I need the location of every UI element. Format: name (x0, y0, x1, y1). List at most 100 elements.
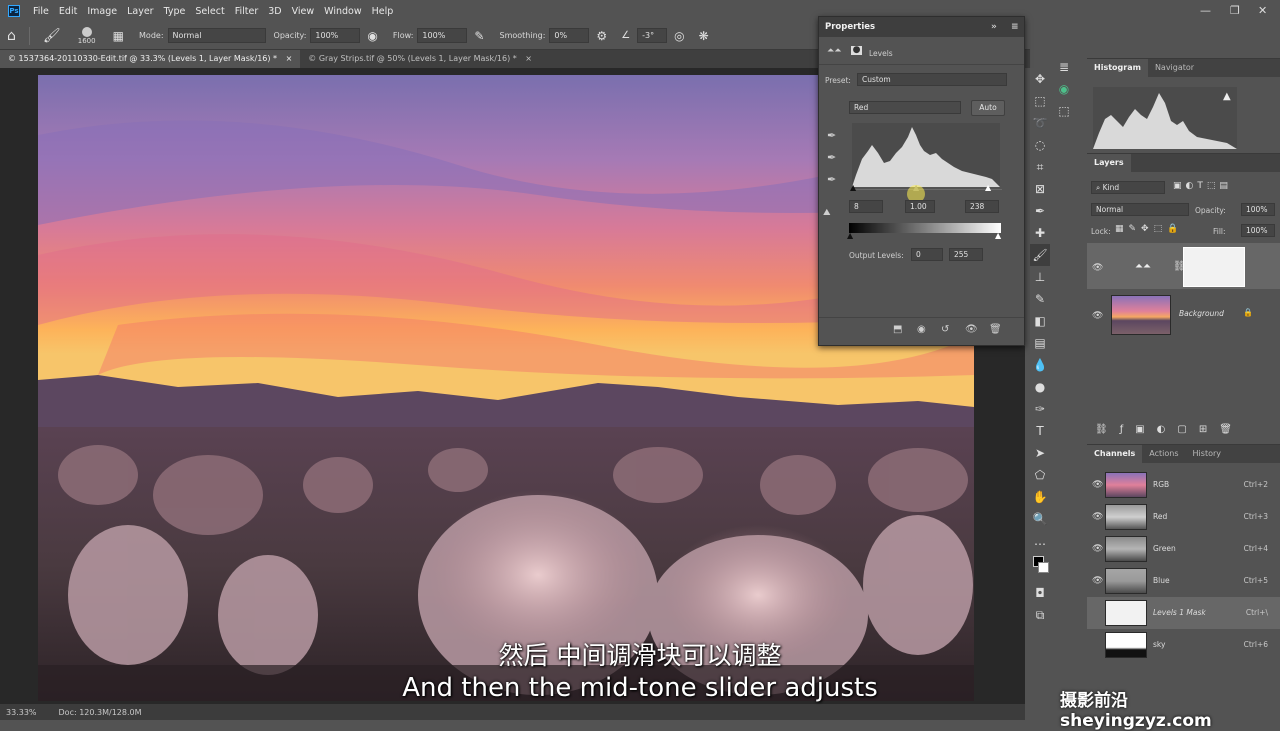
home-icon[interactable]: ⌂ (7, 28, 16, 44)
menu-3d[interactable]: 3D (268, 6, 281, 17)
properties-header[interactable]: Properties » ≡ (819, 17, 1024, 37)
shape-tool-icon[interactable]: ⬠ (1030, 464, 1050, 486)
channel-row-levels-mask[interactable]: Levels 1 Mask Ctrl+\ (1087, 597, 1280, 629)
white-point-slider[interactable]: ▲ (985, 183, 991, 192)
menu-file[interactable]: File (33, 6, 49, 17)
tab-document-1[interactable]: © 1537364-20110330-Edit.tif @ 33.3% (Lev… (0, 50, 301, 68)
output-white-field[interactable]: 255 (949, 248, 983, 261)
libraries-icon[interactable]: ⬚ (1054, 100, 1074, 122)
healing-brush-icon[interactable]: ✚ (1030, 222, 1050, 244)
auto-button[interactable]: Auto (971, 100, 1005, 116)
history-brush-icon[interactable]: ✎ (1030, 288, 1050, 310)
brush-tool-icon[interactable]: 🖌 (1030, 244, 1050, 266)
delete-icon[interactable]: 🗑 (989, 324, 1002, 335)
eyedropper-tool-icon[interactable]: ✒ (1030, 200, 1050, 222)
gray-eyedropper-icon[interactable]: ✒ (827, 151, 836, 164)
visibility-icon[interactable]: 👁 (1092, 544, 1103, 554)
reset-icon[interactable]: ↺ (941, 324, 949, 335)
panel-menu-icon[interactable]: ≡ (1011, 22, 1019, 32)
zoom-tool-icon[interactable]: 🔍 (1030, 508, 1050, 530)
warning-icon[interactable]: ▲ (1223, 91, 1231, 102)
color-swatches[interactable] (1030, 552, 1050, 582)
output-white-slider[interactable]: ▲ (995, 231, 1001, 240)
menu-select[interactable]: Select (195, 6, 224, 17)
opacity-field[interactable]: 100% (310, 28, 361, 43)
black-point-slider[interactable]: ▲ (850, 183, 856, 192)
clip-to-layer-icon[interactable]: ⬒ (893, 324, 902, 335)
quick-select-tool-icon[interactable]: ◌ (1030, 134, 1050, 156)
blur-tool-icon[interactable]: 💧 (1030, 354, 1050, 376)
channel-row-green[interactable]: 👁 Green Ctrl+4 (1087, 533, 1280, 565)
menu-window[interactable]: Window (324, 6, 361, 17)
properties-panel-icon[interactable]: ≣ (1054, 56, 1074, 78)
blend-mode-select[interactable]: Normal (1091, 203, 1189, 216)
white-eyedropper-icon[interactable]: ✒ (827, 173, 836, 186)
doc-size[interactable]: Doc: 120.3M/128.0M (59, 708, 142, 717)
layer-filter-icons[interactable]: ▣◐T⬚▤ (1173, 181, 1232, 191)
menu-help[interactable]: Help (372, 6, 394, 17)
mode-select[interactable]: Normal (167, 28, 266, 43)
output-black-field[interactable]: 0 (911, 248, 943, 261)
fill-field[interactable]: 100% (1241, 224, 1275, 237)
clone-stamp-icon[interactable]: ⊥ (1030, 266, 1050, 288)
eraser-tool-icon[interactable]: ◧ (1030, 310, 1050, 332)
preset-select[interactable]: Custom (857, 73, 1007, 86)
menu-filter[interactable]: Filter (235, 6, 259, 17)
minimize-icon[interactable]: — (1200, 4, 1211, 17)
menu-layer[interactable]: Layer (127, 6, 154, 17)
layer-mask-thumbnail[interactable] (1183, 247, 1245, 287)
pressure-size-icon[interactable]: ◎ (674, 29, 684, 43)
tab-navigator[interactable]: Navigator (1148, 59, 1201, 77)
visibility-icon[interactable]: 👁 (1092, 263, 1103, 273)
tab-close-icon[interactable]: × (286, 54, 293, 63)
maximize-icon[interactable]: ❐ (1230, 4, 1240, 17)
tab-layers[interactable]: Layers (1087, 154, 1131, 172)
hand-tool-icon[interactable]: ✋ (1030, 486, 1050, 508)
quick-mask-icon[interactable]: ◘ (1030, 582, 1050, 604)
visibility-icon[interactable]: 👁 (965, 324, 978, 335)
gear-icon[interactable]: ⚙ (596, 29, 607, 43)
lock-icons[interactable]: ▦✎✥⬚🔒 (1115, 224, 1183, 234)
input-midtone-field[interactable]: 1.00 (905, 200, 935, 213)
smoothing-field[interactable]: 0% (549, 28, 590, 43)
tab-close-icon[interactable]: × (525, 54, 532, 63)
path-select-icon[interactable]: ➤ (1030, 442, 1050, 464)
menu-edit[interactable]: Edit (59, 6, 77, 17)
frame-tool-icon[interactable]: ⊠ (1030, 178, 1050, 200)
pressure-opacity-icon[interactable]: ◉ (367, 29, 377, 43)
zoom-level[interactable]: 33.33% (6, 708, 37, 717)
tab-history[interactable]: History (1186, 445, 1228, 463)
lasso-tool-icon[interactable]: ➰ (1030, 112, 1050, 134)
input-white-field[interactable]: 238 (965, 200, 999, 213)
tab-document-2[interactable]: © Gray Strips.tif @ 50% (Levels 1, Layer… (300, 50, 540, 68)
visibility-icon[interactable]: 👁 (1092, 576, 1103, 586)
gradient-tool-icon[interactable]: ▤ (1030, 332, 1050, 354)
input-black-field[interactable]: 8 (849, 200, 883, 213)
channel-row-blue[interactable]: 👁 Blue Ctrl+5 (1087, 565, 1280, 597)
close-icon[interactable]: ✕ (1258, 4, 1267, 17)
layer-row-levels[interactable]: 👁 ⏶⏶ ⛓ (1087, 243, 1280, 289)
flow-field[interactable]: 100% (417, 28, 468, 43)
dodge-tool-icon[interactable]: ● (1030, 376, 1050, 398)
visibility-icon[interactable]: 👁 (1092, 311, 1103, 321)
screen-mode-icon[interactable]: ⧉ (1030, 604, 1050, 626)
tab-histogram[interactable]: Histogram (1087, 59, 1148, 77)
pen-tool-icon[interactable]: ✑ (1030, 398, 1050, 420)
channel-select[interactable]: Red (849, 101, 961, 114)
output-black-slider[interactable]: ▲ (847, 231, 853, 240)
mask-icon[interactable]: ● (851, 46, 862, 55)
brush-settings-icon[interactable]: ▦ (113, 29, 124, 43)
channel-row-red[interactable]: 👁 Red Ctrl+3 (1087, 501, 1280, 533)
marquee-tool-icon[interactable]: ⬚ (1030, 90, 1050, 112)
view-previous-icon[interactable]: ◉ (917, 324, 926, 335)
more-tools-icon[interactable]: … (1030, 530, 1050, 552)
calculate-histogram-icon[interactable]: ⛰ (823, 208, 831, 218)
airbrush-icon[interactable]: ✎ (474, 29, 484, 43)
collapse-icon[interactable]: » (991, 22, 997, 32)
channel-row-rgb[interactable]: 👁 RGB Ctrl+2 (1087, 469, 1280, 501)
menu-image[interactable]: Image (87, 6, 117, 17)
move-tool-icon[interactable]: ✥ (1030, 68, 1050, 90)
background-color-swatch[interactable] (1038, 562, 1049, 573)
menu-view[interactable]: View (292, 6, 315, 17)
angle-field[interactable]: -3° (637, 28, 668, 43)
